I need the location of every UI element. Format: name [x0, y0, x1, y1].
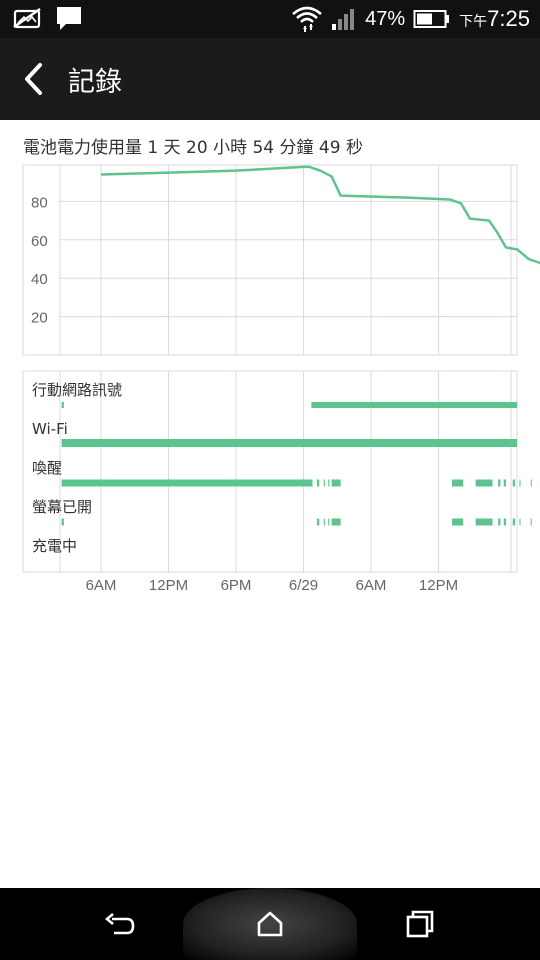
lane-segment: [323, 518, 325, 526]
line-chart-grid: 80 60 40 20: [22, 164, 518, 356]
activity-lanes-grid: [22, 370, 518, 573]
lane-segment: [328, 479, 330, 487]
lane-segment: [503, 518, 506, 526]
lane-segment: [498, 518, 501, 526]
recent-apps-icon[interactable]: [402, 906, 438, 942]
battery-history-chart: 80 60 40 20 行動網路訊號 Wi-Fi 喚醒螢幕已開充電中 6AM 12PM 6PM…: [22, 164, 540, 594]
chart-frame: [22, 164, 518, 356]
wifi-icon: [292, 6, 322, 32]
home-icon[interactable]: [252, 906, 288, 942]
battery-icon: [413, 10, 450, 28]
activity-lanes: 行動網路訊號 Wi-Fi 喚醒螢幕已開充電中: [32, 381, 532, 555]
x-tick-label: 6AM: [356, 577, 387, 594]
app-bar: 記錄: [0, 38, 540, 120]
lane-segment: [475, 518, 493, 526]
navigation-bar: [0, 888, 540, 960]
status-indicators: 47% 下午7:25: [291, 0, 530, 38]
lane-segment: [61, 439, 517, 447]
lane-segment: [512, 479, 515, 487]
x-tick-label: 12PM: [149, 577, 188, 594]
lane-segment: [530, 479, 532, 487]
lane-segment: [317, 479, 320, 487]
lane-segment: [331, 518, 341, 526]
lane-segment: [323, 479, 325, 487]
x-tick-label: 6/29: [289, 577, 318, 594]
lane-segment: [317, 518, 320, 526]
lane-segment: [452, 479, 464, 487]
lane-label: 喚醒: [32, 459, 62, 477]
status-bar: 47% 下午7:25: [0, 0, 540, 38]
clock-time: 7:25: [487, 6, 530, 31]
y-tick-label: 60: [31, 233, 48, 250]
lane-label: 螢幕已開: [32, 498, 92, 516]
y-tick-label: 80: [31, 194, 48, 211]
lane-segment: [328, 518, 330, 526]
message-notification-icon: [57, 7, 81, 30]
lane-segment: [530, 518, 532, 526]
lane-segment: [61, 479, 313, 487]
lane-segment: [519, 518, 521, 526]
lane-segment: [503, 479, 506, 487]
x-tick-label: 12PM: [419, 577, 458, 594]
cell-signal-icon: [332, 9, 355, 30]
lane-segment: [512, 518, 515, 526]
lane-segment: [61, 402, 64, 408]
back-arrow-icon[interactable]: [20, 62, 50, 96]
x-tick-label: 6PM: [221, 577, 252, 594]
lane-segment: [519, 479, 521, 487]
notification-icons: [10, 4, 84, 32]
y-tick-label: 20: [31, 310, 48, 327]
back-icon[interactable]: [102, 906, 138, 942]
battery-percent: 47%: [365, 7, 406, 30]
page-title: 記錄: [68, 67, 122, 98]
lane-segment: [311, 402, 517, 408]
lane-label: Wi-Fi: [32, 420, 68, 438]
battery-level-line: [100, 165, 540, 265]
lane-segment: [61, 518, 64, 526]
clock: 下午7:25: [459, 6, 530, 32]
lane-segment: [498, 479, 501, 487]
lane-segment: [475, 479, 493, 487]
lane-label: 充電中: [32, 537, 77, 555]
lane-label: 行動網路訊號: [32, 381, 122, 399]
battery-level-series: [100, 165, 540, 265]
x-axis-ticks: 6AM 12PM 6PM 6/29 6AM 12PM: [86, 577, 459, 594]
lanes-frame: [22, 370, 518, 573]
clock-ampm: 下午: [459, 14, 488, 30]
image-notification-icon: [13, 7, 41, 29]
x-tick-label: 6AM: [86, 577, 117, 594]
lane-segment: [331, 479, 341, 487]
lane-segment: [452, 518, 464, 526]
battery-usage-duration: 電池電力使用量 1 天 20 小時 54 分鐘 49 秒: [23, 138, 363, 158]
y-tick-label: 40: [31, 271, 48, 288]
